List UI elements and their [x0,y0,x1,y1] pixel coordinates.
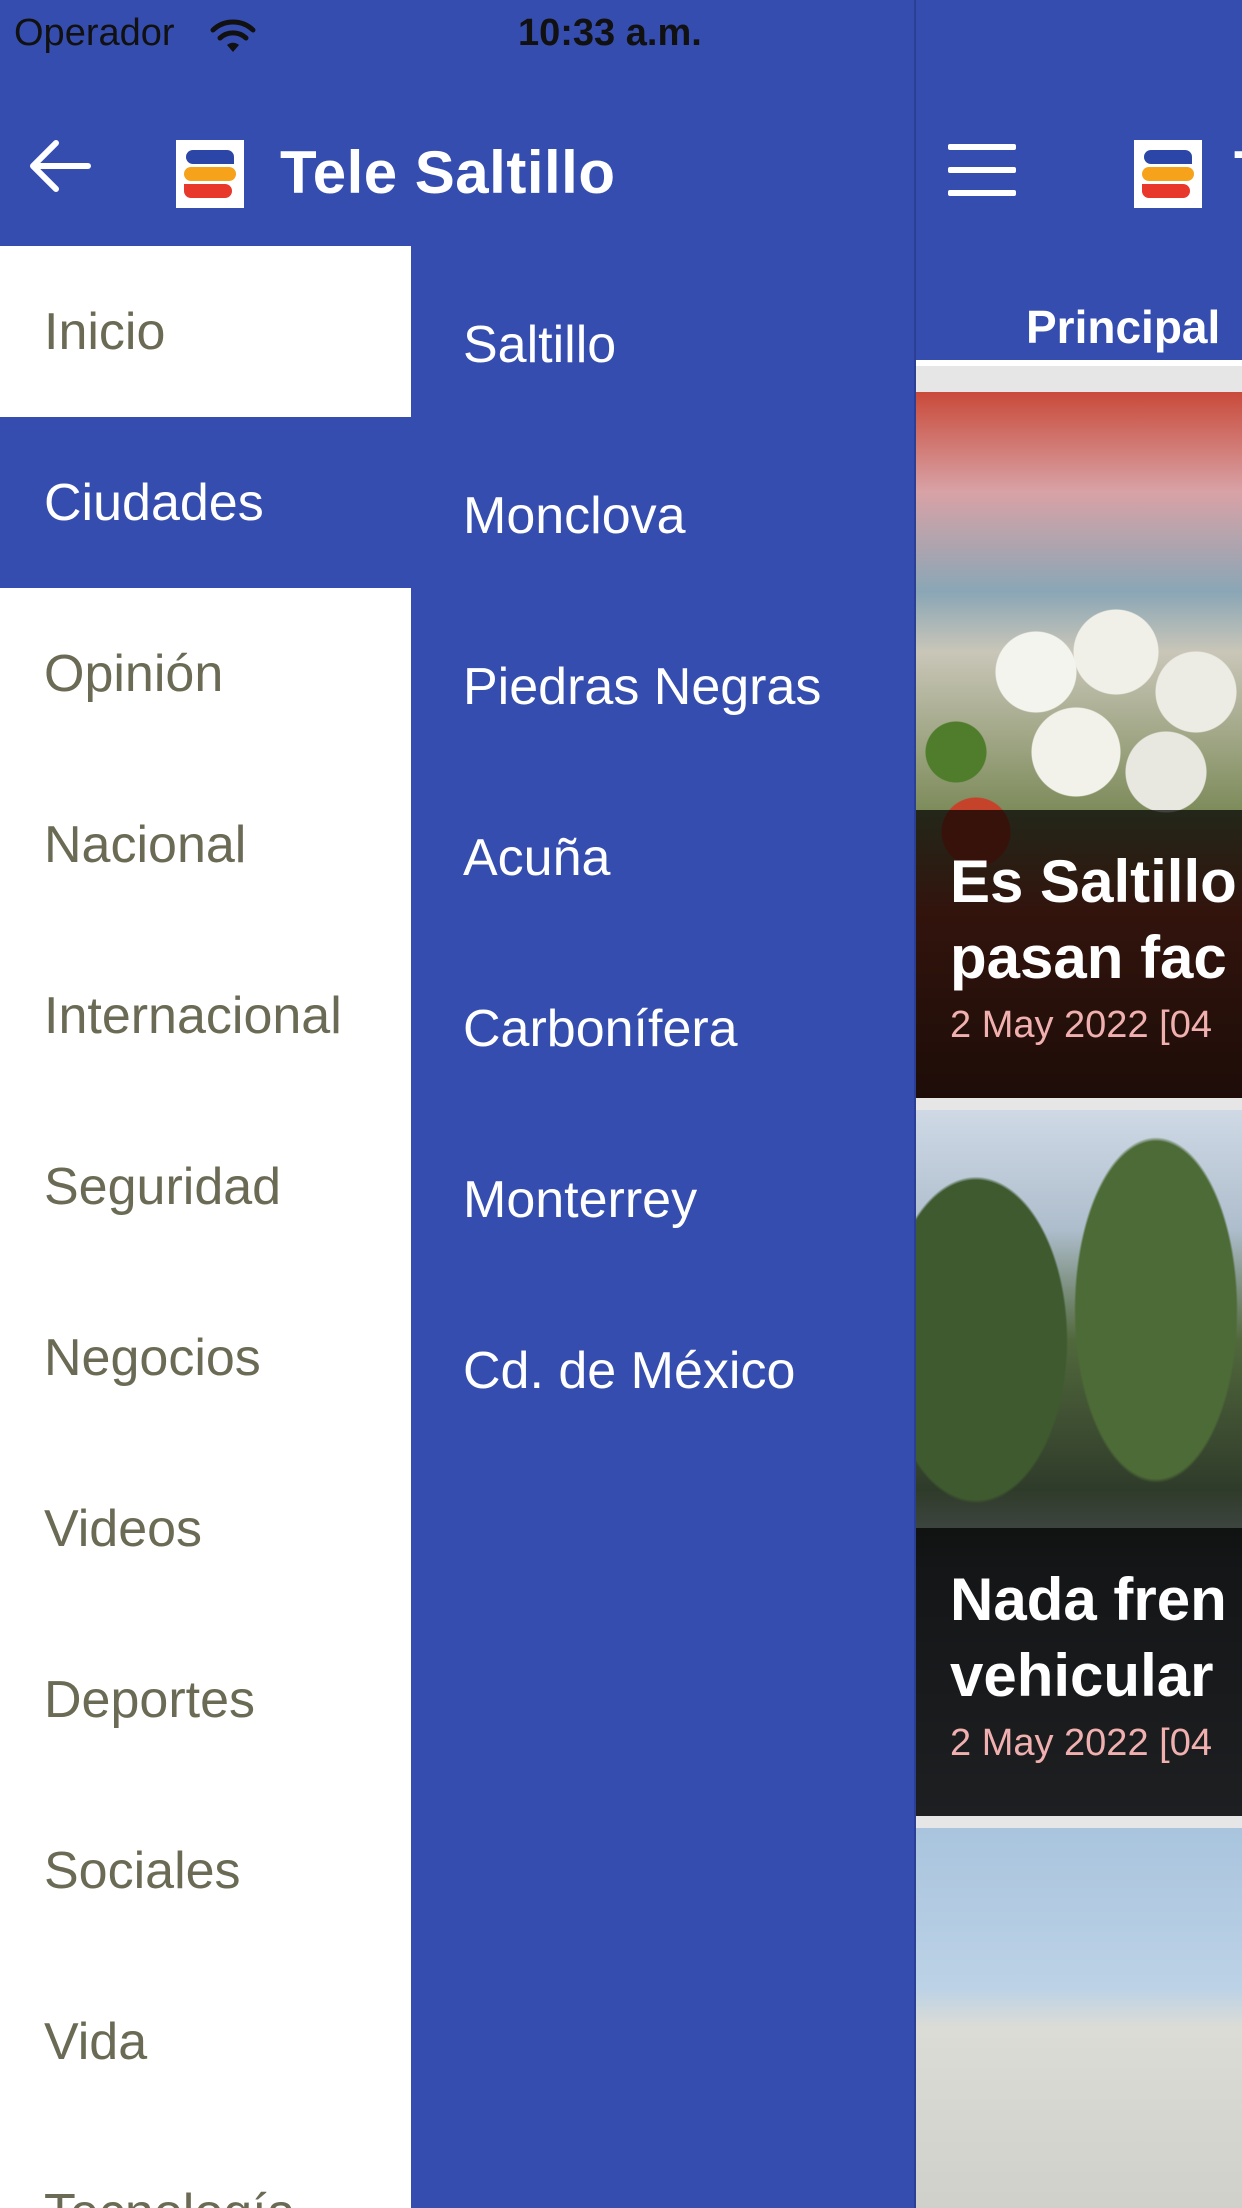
category-item-internacional[interactable]: Internacional [0,930,411,1101]
news-caption: Nada fren vehicular 2 May 2022 [04 [916,1528,1242,1816]
news-card[interactable]: Nada fren vehicular 2 May 2022 [04 [916,1110,1242,1816]
category-item-inicio[interactable]: Inicio [0,246,411,417]
city-list: Saltillo Monclova Piedras Negras Acuña C… [411,246,914,2208]
app-logo [176,140,244,208]
news-card[interactable]: Es Saltillo pasan fac 2 May 2022 [04 [916,392,1242,1098]
category-item-deportes[interactable]: Deportes [0,1614,411,1785]
news-image [916,1828,1242,2208]
news-date: 2 May 2022 [04 [950,1722,1212,1764]
city-item-carbonifera[interactable]: Carbonífera [411,930,914,1101]
app-title: Tele Saltillo [280,139,616,206]
main-screen-peek[interactable]: T Principal Es Saltillo pasan fac 2 May … [914,0,1242,2208]
tab-bar: Principal [916,270,1242,366]
news-title-line2: pasan fac [950,924,1227,991]
drawer-header: Tele Saltillo [0,70,914,246]
news-card[interactable] [916,1828,1242,2208]
category-item-videos[interactable]: Videos [0,1443,411,1614]
news-caption: Es Saltillo pasan fac 2 May 2022 [04 [916,810,1242,1098]
category-item-tecnologia[interactable]: Tecnología [0,2127,411,2208]
category-item-sociales[interactable]: Sociales [0,1785,411,1956]
news-title-line1: Nada fren [950,1566,1227,1633]
tab-principal[interactable]: Principal [1026,300,1220,354]
hamburger-menu-icon[interactable] [948,144,1016,200]
city-item-monclova[interactable]: Monclova [411,417,914,588]
category-item-seguridad[interactable]: Seguridad [0,1101,411,1272]
news-date: 2 May 2022 [04 [950,1004,1212,1046]
category-item-ciudades[interactable]: Ciudades [0,417,411,588]
wifi-icon [210,19,256,52]
city-item-cd-de-mexico[interactable]: Cd. de México [411,1272,914,1443]
city-item-saltillo[interactable]: Saltillo [411,246,914,417]
category-item-vida[interactable]: Vida [0,1956,411,2127]
category-list: Inicio Ciudades Opinión Nacional Interna… [0,246,411,2208]
news-title-line1: Es Saltillo [950,848,1237,915]
city-item-acuna[interactable]: Acuña [411,759,914,930]
category-item-nacional[interactable]: Nacional [0,759,411,930]
category-item-opinion[interactable]: Opinión [0,588,411,759]
city-item-monterrey[interactable]: Monterrey [411,1101,914,1272]
news-feed: Es Saltillo pasan fac 2 May 2022 [04 Nad… [916,366,1242,2208]
city-item-piedras-negras[interactable]: Piedras Negras [411,588,914,759]
clock: 10:33 a.m. [518,12,702,54]
app-logo [1134,140,1202,208]
app-title-peek: T [1234,138,1242,206]
news-title-line2: vehicular [950,1642,1214,1709]
category-item-negocios[interactable]: Negocios [0,1272,411,1443]
carrier-label: Operador [14,12,175,54]
back-arrow-icon[interactable] [26,138,92,194]
